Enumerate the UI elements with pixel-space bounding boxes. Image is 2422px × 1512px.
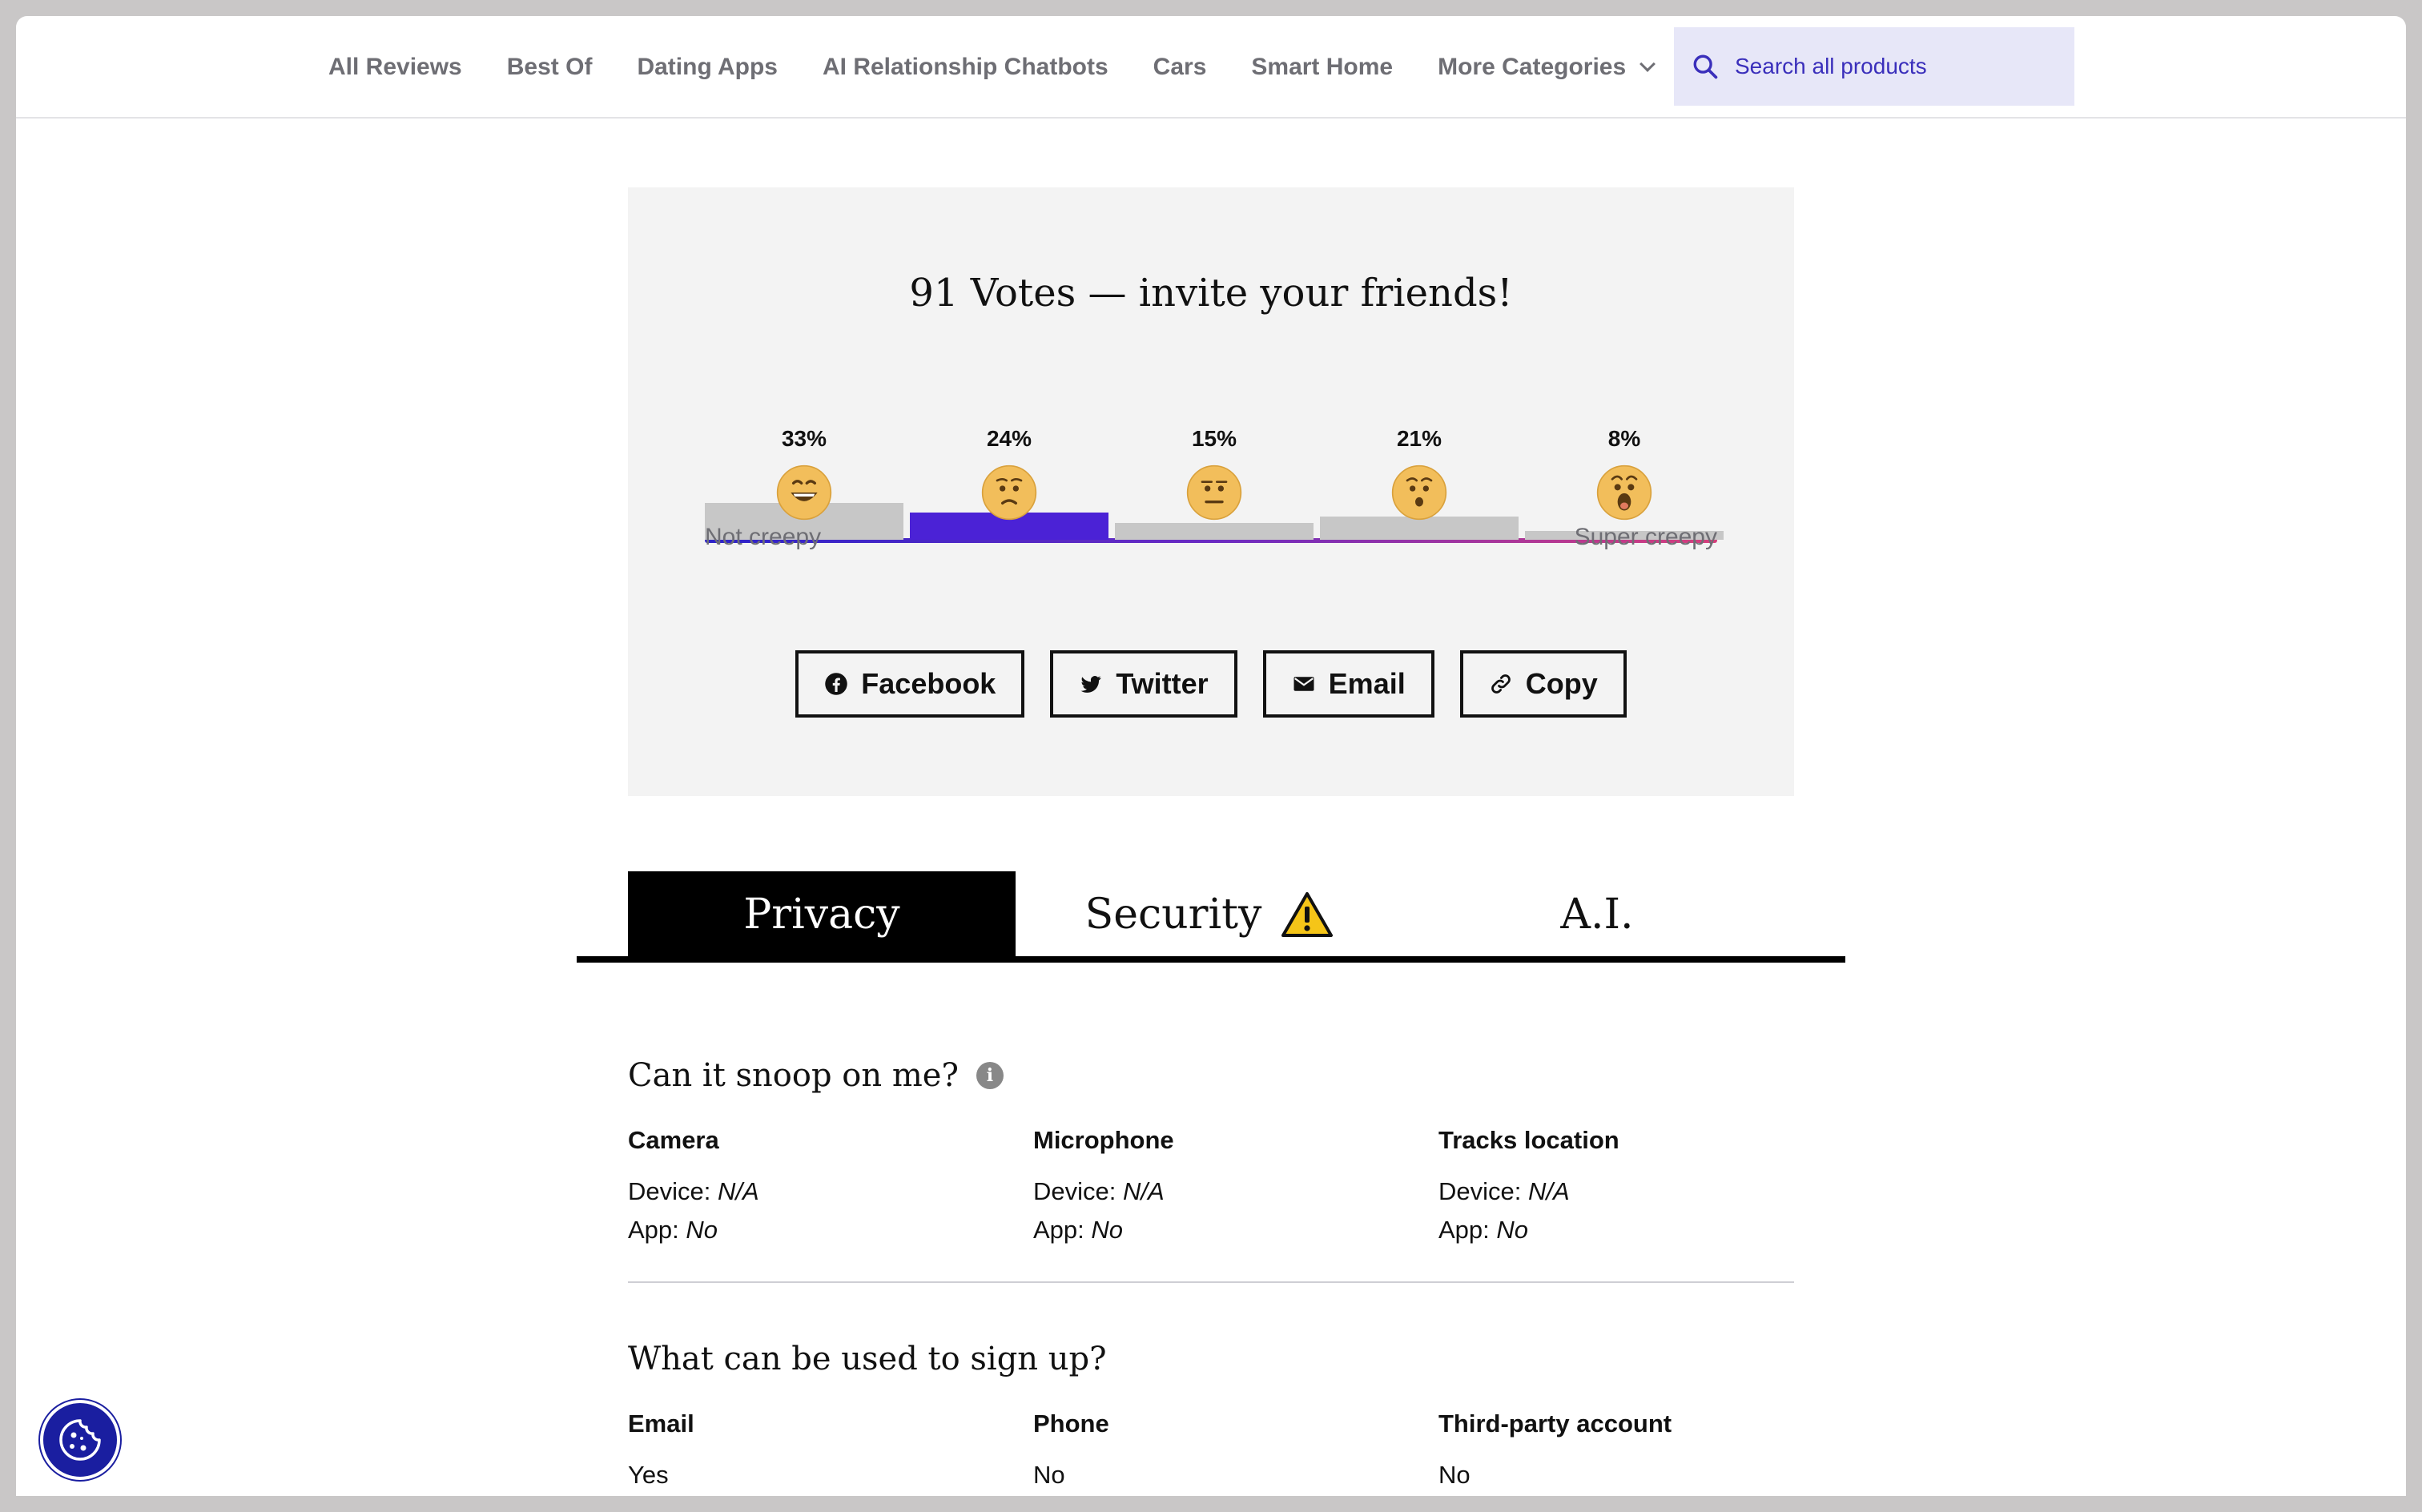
info-icon[interactable]: i — [976, 1062, 1004, 1089]
device-label: Device: — [628, 1177, 711, 1205]
vote-percentage: 21% — [1396, 426, 1442, 451]
facebook-icon — [825, 673, 848, 695]
signup-third-party-heading: Third-party account — [1438, 1409, 1672, 1438]
grinning-face-icon[interactable] — [776, 464, 832, 521]
signup-third-party-value: No — [1438, 1461, 1470, 1489]
camera-device-line: Device: N/A — [628, 1172, 1012, 1211]
not-creepy-label: Not creepy — [705, 524, 822, 550]
copy-link-button[interactable]: Copy — [1459, 650, 1627, 718]
nav-link-ai-relationship-chatbots[interactable]: AI Relationship Chatbots — [823, 54, 1108, 81]
twitter-icon — [1080, 676, 1101, 693]
snoop-microphone-column: Microphone Device: N/A App: No — [1033, 1126, 1418, 1249]
device-value: N/A — [1528, 1177, 1570, 1205]
snoop-heading-text: Can it snoop on me? — [628, 1057, 959, 1094]
app-label: App: — [1033, 1216, 1084, 1244]
copy-label: Copy — [1525, 667, 1598, 700]
tab-security[interactable]: Security — [1016, 871, 1403, 958]
super-creepy-label: Super creepy — [1574, 524, 1717, 550]
search-placeholder: Search all products — [1735, 54, 1927, 78]
search-input[interactable]: Search all products — [1674, 27, 2074, 106]
envelope-icon — [1293, 677, 1314, 691]
nav-link-smart-home[interactable]: Smart Home — [1251, 54, 1393, 81]
signup-email-value: Yes — [628, 1461, 669, 1489]
vote-count-title: 91 Votes — invite your friends! — [909, 271, 1513, 316]
slightly-worried-face-icon[interactable] — [981, 464, 1037, 521]
snoop-location-column: Tracks location Device: N/A App: No — [1438, 1126, 1823, 1249]
device-value: N/A — [1123, 1177, 1165, 1205]
device-value: N/A — [718, 1177, 759, 1205]
page: All Reviews Best Of Dating Apps AI Relat… — [16, 16, 2406, 1496]
signup-heading: What can be used to sign up? — [628, 1341, 1107, 1377]
signup-phone-value: No — [1033, 1461, 1065, 1489]
category-links: All Reviews Best Of Dating Apps AI Relat… — [328, 16, 1656, 119]
share-email-button[interactable]: Email — [1262, 650, 1434, 718]
cookie-icon — [59, 1419, 101, 1461]
nav-link-dating-apps[interactable]: Dating Apps — [637, 54, 778, 81]
vote-percentage: 8% — [1607, 426, 1641, 451]
warning-icon — [1281, 892, 1334, 937]
signup-heading-text: What can be used to sign up? — [628, 1341, 1107, 1377]
tab-security-label: Security — [1084, 891, 1262, 939]
tabs-underline — [577, 956, 1845, 963]
vote-percentage: 33% — [781, 426, 827, 451]
location-device-line: Device: N/A — [1438, 1172, 1823, 1211]
tracks-location-heading: Tracks location — [1438, 1126, 1619, 1154]
tab-privacy-label: Privacy — [743, 891, 900, 939]
signup-third-party-column: Third-party account No — [1438, 1409, 1823, 1494]
signup-email-column: Email Yes — [628, 1409, 1012, 1494]
share-facebook-button[interactable]: Facebook — [795, 650, 1025, 718]
email-share-label: Email — [1328, 667, 1406, 700]
twitter-label: Twitter — [1116, 667, 1209, 700]
vote-percentage: 15% — [1191, 426, 1237, 451]
device-label: Device: — [1438, 1177, 1522, 1205]
app-label: App: — [628, 1216, 679, 1244]
shocked-face-icon[interactable] — [1596, 464, 1652, 521]
section-divider — [628, 1281, 1794, 1283]
link-icon — [1491, 674, 1511, 694]
signup-phone-column: Phone No — [1033, 1409, 1418, 1494]
vote-bar[interactable] — [1115, 523, 1314, 540]
snoop-camera-column: Camera Device: N/A App: No — [628, 1126, 1012, 1249]
vote-percentage: 24% — [986, 426, 1032, 451]
tab-ai-label: A.I. — [1560, 891, 1634, 939]
tab-ai[interactable]: A.I. — [1403, 871, 1791, 958]
signup-email-heading: Email — [628, 1409, 694, 1438]
location-app-line: App: No — [1438, 1211, 1823, 1249]
facebook-label: Facebook — [861, 667, 996, 700]
app-value: No — [1496, 1216, 1529, 1244]
snoop-heading: Can it snoop on me? i — [628, 1057, 1004, 1094]
app-label: App: — [1438, 1216, 1490, 1244]
hushed-face-icon[interactable] — [1391, 464, 1447, 521]
microphone-heading: Microphone — [1033, 1126, 1174, 1154]
cookie-settings-button[interactable] — [40, 1400, 120, 1480]
more-categories-dropdown[interactable]: More Categories — [1438, 54, 1656, 81]
camera-heading: Camera — [628, 1126, 719, 1154]
signup-phone-heading: Phone — [1033, 1409, 1109, 1438]
nav-link-cars[interactable]: Cars — [1153, 54, 1207, 81]
share-twitter-button[interactable]: Twitter — [1050, 650, 1237, 718]
creepiness-vote-meter: 33% 24% 15% 21% 8% — [705, 412, 1724, 543]
microphone-app-line: App: No — [1033, 1211, 1418, 1249]
app-value: No — [1091, 1216, 1124, 1244]
device-label: Device: — [1033, 1177, 1116, 1205]
share-buttons: Facebook Twitter Email Copy — [628, 650, 1794, 718]
top-navigation: All Reviews Best Of Dating Apps AI Relat… — [16, 16, 2406, 119]
app-value: No — [686, 1216, 718, 1244]
nav-link-all-reviews[interactable]: All Reviews — [328, 54, 462, 81]
more-categories-label: More Categories — [1438, 54, 1627, 80]
microphone-device-line: Device: N/A — [1033, 1172, 1418, 1211]
neutral-face-icon[interactable] — [1186, 464, 1242, 521]
chevron-down-icon — [1639, 56, 1656, 72]
review-tabs: Privacy Security A.I. — [577, 871, 1845, 980]
creepiness-vote-panel: 91 Votes — invite your friends! 33% 24% 15… — [628, 187, 1794, 796]
tab-privacy[interactable]: Privacy — [628, 871, 1016, 958]
search-icon — [1693, 54, 1718, 79]
camera-app-line: App: No — [628, 1211, 1012, 1249]
nav-link-best-of[interactable]: Best Of — [507, 54, 593, 81]
